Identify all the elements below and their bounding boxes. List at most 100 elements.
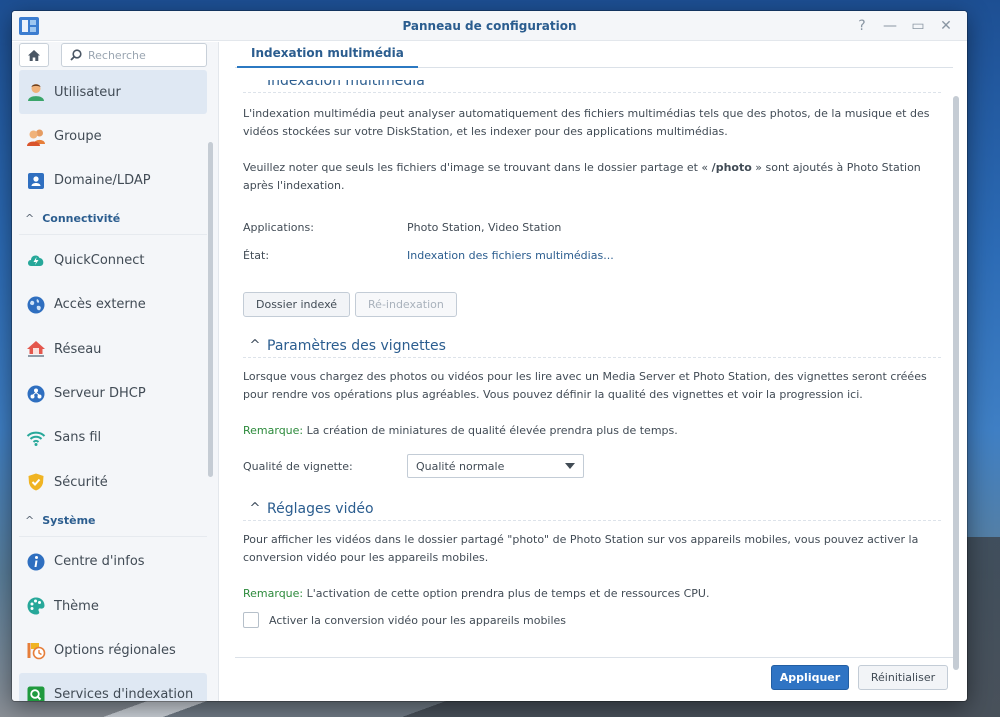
section-title: Réglages vidéo — [267, 500, 374, 517]
sidebar-item-label: Centre d'infos — [54, 554, 145, 570]
chevron-up-icon: ^ — [25, 513, 35, 527]
chevron-up-icon: ^ — [249, 501, 261, 516]
photo-folder-path: /photo — [711, 161, 752, 174]
thumbnail-quality-value: Qualité normale — [416, 459, 505, 473]
applications-label: Applications: — [243, 220, 314, 234]
remark-label: Remarque: — [243, 424, 304, 437]
help-icon[interactable]: ? — [855, 17, 869, 35]
section-title: Indexation multimédia — [267, 80, 425, 89]
sidebar-item-label: Serveur DHCP — [54, 386, 146, 402]
sidebar-item-label: Groupe — [54, 129, 102, 145]
main-panel: Indexation multimédia ^ Indexation multi… — [221, 42, 967, 701]
group-icon — [25, 126, 47, 148]
search-box[interactable] — [61, 43, 207, 67]
media-index-description: L'indexation multimédia peut analyser au… — [243, 107, 930, 138]
state-row: État: Indexation des fichiers multimédia… — [243, 246, 941, 264]
chevron-up-icon: ^ — [249, 80, 261, 88]
sidebar-item-theme[interactable]: Thème — [19, 584, 207, 628]
applications-row: Applications: Photo Station, Video Stati… — [243, 218, 941, 236]
wifi-icon — [25, 427, 47, 449]
section-label: Système — [42, 513, 96, 527]
sidebar-item-indexing-services[interactable]: Services d'indexation — [19, 672, 207, 701]
section-header-media-indexing[interactable]: ^ Indexation multimédia — [243, 80, 941, 93]
applications-value: Photo Station, Video Station — [407, 220, 562, 234]
caret-down-icon — [565, 463, 575, 469]
sidebar-item-label: Thème — [54, 598, 99, 614]
title-bar[interactable]: Panneau de configuration ? — ▭ ✕ — [12, 11, 967, 41]
content-scrollbar[interactable] — [953, 96, 959, 670]
search-icon — [70, 49, 82, 61]
quickconnect-icon — [25, 249, 47, 271]
sidebar-item-label: Accès externe — [54, 297, 146, 313]
video-description: Pour afficher les vidéos dans le dossier… — [243, 533, 919, 564]
globe-icon — [25, 294, 47, 316]
thumbnails-remark: Remarque: La création de miniatures de q… — [243, 422, 941, 440]
thumbnail-quality-select[interactable]: Qualité normale — [407, 454, 584, 478]
sidebar-item-user[interactable]: Utilisateur — [19, 70, 207, 115]
sidebar-item-label: QuickConnect — [54, 252, 145, 268]
search-input[interactable] — [88, 48, 198, 62]
apply-button[interactable]: Appliquer — [771, 665, 849, 690]
close-icon[interactable]: ✕ — [939, 17, 953, 35]
sidebar-item-label: Options régionales — [54, 642, 176, 658]
sidebar-item-info-center[interactable]: Centre d'infos — [19, 540, 207, 584]
sidebar-item-regional-options[interactable]: Options régionales — [19, 628, 207, 672]
section-header-thumbnails[interactable]: ^ Paramètres des vignettes — [243, 336, 941, 358]
section-label: Connectivité — [42, 212, 121, 226]
tab-bar: Indexation multimédia — [235, 42, 953, 68]
sidebar-item-label: Domaine/LDAP — [54, 173, 151, 189]
thumbnail-quality-row: Qualité de vignette: Qualité normale — [243, 454, 941, 478]
indexing-icon — [25, 684, 47, 701]
photo-folder-note: Veuillez noter que seuls les fichiers d'… — [243, 159, 941, 195]
sidebar-item-label: Services d'indexation — [54, 687, 194, 701]
section-system[interactable]: ^ Système — [19, 505, 207, 537]
state-value: Indexation des fichiers multimédias... — [407, 248, 614, 262]
sidebar-item-group[interactable]: Groupe — [19, 114, 207, 158]
thumbnail-quality-label: Qualité de vignette: — [243, 459, 353, 473]
section-title: Paramètres des vignettes — [267, 337, 446, 354]
minimize-icon[interactable]: — — [883, 17, 897, 35]
shield-icon — [25, 471, 47, 493]
info-icon — [25, 551, 47, 573]
reindex-button[interactable]: Ré-indexation — [355, 292, 457, 317]
control-panel-window: Panneau de configuration ? — ▭ ✕ Recherc… — [12, 11, 967, 701]
sidebar-item-label: Sécurité — [54, 474, 108, 490]
sidebar-item-label: Réseau — [54, 341, 102, 357]
sidebar-item-quickconnect[interactable]: QuickConnect — [19, 238, 207, 282]
sidebar-item-domain-ldap[interactable]: Domaine/LDAP — [19, 159, 207, 203]
sidebar-item-label: Sans fil — [54, 430, 102, 446]
sidebar-item-label: Utilisateur — [54, 84, 121, 100]
state-label: État: — [243, 248, 270, 262]
sidebar-item-wireless[interactable]: Sans fil — [19, 416, 207, 460]
regional-icon — [25, 639, 47, 661]
chevron-up-icon: ^ — [25, 212, 35, 226]
sidebar-item-security[interactable]: Sécurité — [19, 460, 207, 504]
sidebar-scrollbar[interactable] — [208, 142, 213, 477]
remark-text: L'activation de cette option prendra plu… — [303, 587, 710, 600]
video-conversion-checkbox[interactable] — [243, 612, 259, 628]
remark-text: La création de miniatures de qualité éle… — [303, 424, 678, 437]
sidebar-item-network[interactable]: Réseau — [19, 327, 207, 371]
section-header-video-settings[interactable]: ^ Réglages vidéo — [243, 499, 941, 521]
video-conversion-label[interactable]: Activer la conversion vidéo pour les app… — [269, 614, 566, 627]
maximize-icon[interactable]: ▭ — [911, 17, 925, 35]
sidebar-item-external-access[interactable]: Accès externe — [19, 283, 207, 327]
tab-media-indexing[interactable]: Indexation multimédia — [237, 42, 418, 68]
thumbnails-description: Lorsque vous chargez des photos ou vidéo… — [243, 370, 927, 401]
sidebar-nav: Utilisateur Groupe Domaine/LDAP ^ Connec… — [19, 70, 207, 701]
photo-note-text-1: Veuillez noter que seuls les fichiers d'… — [243, 161, 712, 174]
palette-icon — [25, 595, 47, 617]
section-connectivity[interactable]: ^ Connectivité — [19, 203, 207, 236]
user-icon — [25, 81, 47, 103]
domain-icon — [25, 170, 47, 192]
sidebar-item-dhcp-server[interactable]: Serveur DHCP — [19, 371, 207, 415]
remark-label: Remarque: — [243, 587, 304, 600]
home-button[interactable] — [19, 43, 49, 67]
settings-content: ^ Indexation multimédia L'indexation mul… — [243, 80, 941, 657]
network-icon — [25, 338, 47, 360]
reset-button[interactable]: Réinitialiser — [858, 665, 948, 690]
video-remark: Remarque: L'activation de cette option p… — [243, 585, 941, 603]
footer-bar: Appliquer Réinitialiser — [235, 657, 953, 701]
indexed-folder-button[interactable]: Dossier indexé — [243, 292, 351, 317]
window-title: Panneau de configuration — [402, 19, 577, 33]
